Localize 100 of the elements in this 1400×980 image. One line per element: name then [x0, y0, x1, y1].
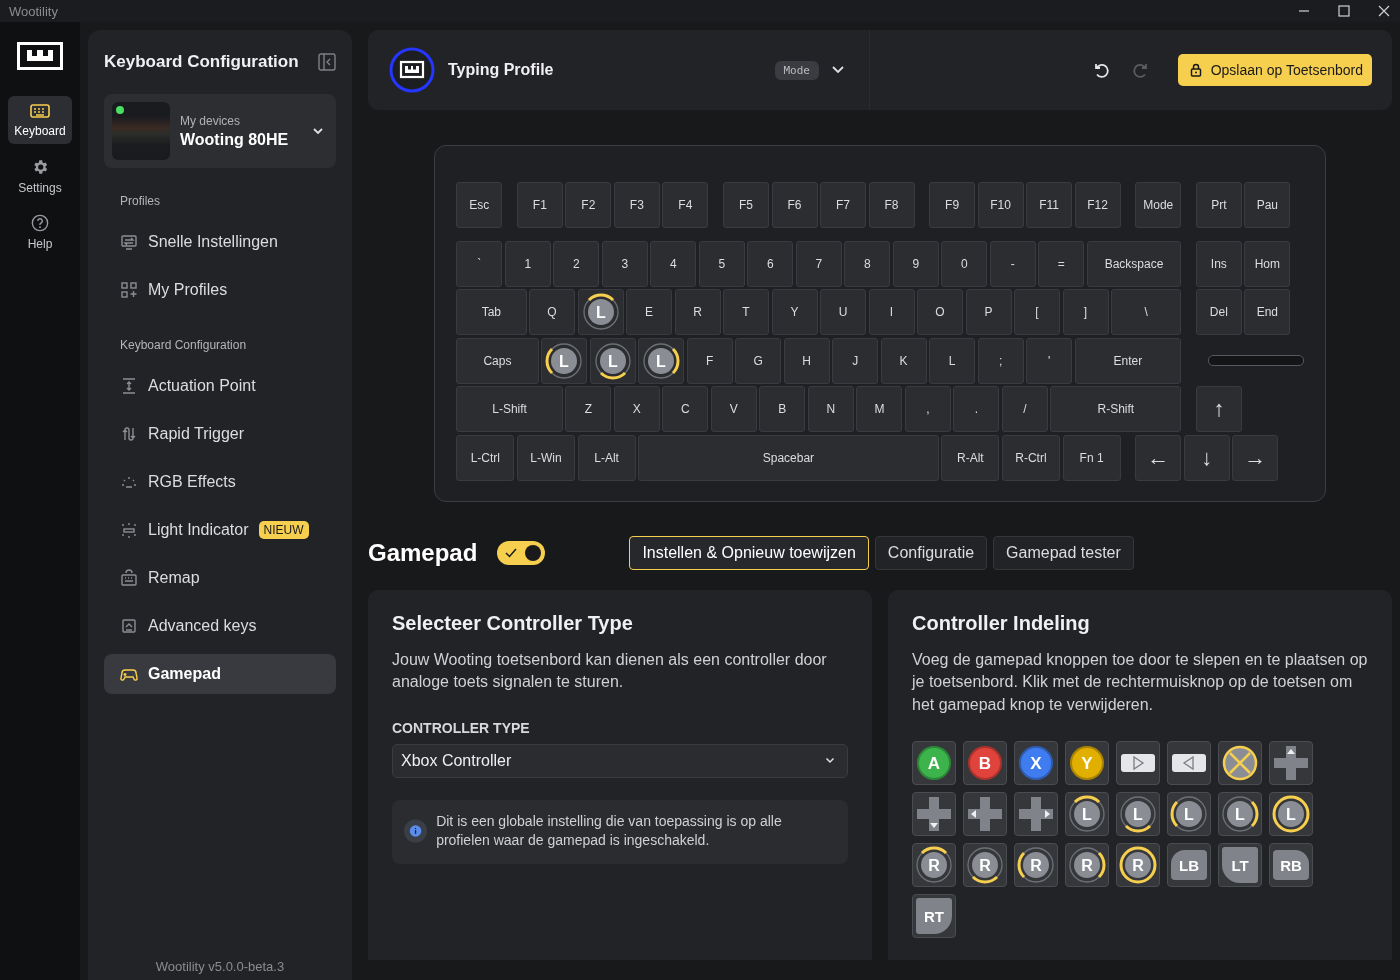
key-cap[interactable]: F1 — [516, 182, 563, 228]
close-icon[interactable] — [1378, 5, 1390, 17]
key-cap[interactable]: . — [953, 386, 1000, 432]
key-cap[interactable]: Esc — [456, 182, 503, 228]
key-cap[interactable]: R-Ctrl — [1001, 434, 1060, 481]
gamepad-face-tile[interactable]: X — [1014, 741, 1058, 785]
key-cap[interactable]: End — [1244, 289, 1291, 335]
key-cap[interactable]: Mode — [1135, 182, 1182, 228]
key-cap[interactable]: H — [783, 337, 830, 384]
key-cap[interactable]: Tab — [456, 289, 527, 335]
gamepad-trigger-tile[interactable]: RT — [912, 894, 956, 938]
sidebar-nav-item[interactable]: RGB Effects — [104, 462, 336, 502]
gamepad-menu-tile[interactable] — [1116, 741, 1160, 785]
key-cap[interactable]: 0 — [941, 240, 988, 287]
gamepad-dpad-tile[interactable] — [963, 792, 1007, 836]
key-cap[interactable]: X — [613, 386, 660, 432]
key-cap[interactable]: F12 — [1074, 182, 1121, 228]
save-to-keyboard-button[interactable]: Opslaan op Toetsenbord — [1177, 54, 1372, 86]
key-cap[interactable]: R-Shift — [1050, 386, 1182, 432]
key-cap[interactable]: Y — [771, 289, 818, 335]
key-cap[interactable]: 5 — [698, 240, 745, 287]
key-cap[interactable]: - — [989, 240, 1036, 287]
key-cap[interactable]: N — [807, 386, 854, 432]
key-cap[interactable]: 4 — [650, 240, 697, 287]
key-cap[interactable]: T — [723, 289, 769, 335]
sidebar-nav-item[interactable]: Light Indicator NIEUW — [104, 510, 336, 550]
gamepad-trigger-tile[interactable]: LT — [1218, 843, 1262, 887]
gamepad-guide-tile[interactable] — [1218, 741, 1262, 785]
key-cap[interactable]: G — [735, 337, 782, 384]
key-cap[interactable]: K — [880, 337, 927, 384]
key-cap[interactable]: I — [868, 289, 915, 335]
key-cap[interactable]: Q — [529, 289, 575, 335]
device-selector[interactable]: My devices Wooting 80HE — [104, 94, 336, 168]
key-cap[interactable]: L-Win — [516, 434, 575, 481]
key-cap[interactable]: Fn 1 — [1062, 434, 1121, 481]
arrow-key[interactable]: ↑ — [1195, 386, 1242, 432]
key-cap[interactable]: Z — [565, 386, 612, 432]
key-cap[interactable]: M — [856, 386, 903, 432]
key-cap[interactable]: F — [686, 337, 733, 384]
key-cap[interactable]: J — [832, 337, 879, 384]
key-cap[interactable]: L-Shift — [456, 386, 563, 432]
gamepad-face-tile[interactable]: B — [963, 741, 1007, 785]
key-cap[interactable]: L-Alt — [577, 434, 636, 481]
collapse-sidebar-icon[interactable] — [318, 53, 336, 71]
key-cap[interactable]: / — [1001, 386, 1048, 432]
tab[interactable]: Instellen & Opnieuw toewijzen — [629, 535, 869, 570]
key-cap[interactable]: 2 — [553, 240, 600, 287]
key-cap[interactable]: F3 — [613, 182, 660, 228]
key-cap[interactable]: 8 — [844, 240, 891, 287]
key-cap[interactable]: ' — [1026, 337, 1073, 384]
key-cap[interactable]: 1 — [504, 240, 551, 287]
gamepad-menu-tile[interactable] — [1167, 741, 1211, 785]
key-cap[interactable]: F9 — [929, 182, 976, 228]
tab[interactable]: Configuratie — [874, 535, 988, 570]
key-cap[interactable]: F10 — [977, 182, 1024, 228]
key-cap[interactable]: F5 — [723, 182, 769, 228]
key-cap[interactable]: [ — [1014, 289, 1060, 335]
key-cap[interactable]: C — [662, 386, 709, 432]
key-cap[interactable]: P — [965, 289, 1012, 335]
key-cap[interactable]: Backspace — [1086, 240, 1182, 287]
arrow-key[interactable]: → — [1232, 434, 1279, 481]
key-cap[interactable]: 3 — [601, 240, 648, 287]
key-cap[interactable]: Enter — [1074, 337, 1182, 384]
gamepad-bumper-tile[interactable]: RB — [1269, 843, 1313, 887]
arrow-key[interactable]: ↓ — [1183, 434, 1230, 481]
tab[interactable]: Gamepad tester — [993, 535, 1134, 570]
key-cap[interactable]: B — [759, 386, 806, 432]
gamepad-dpad-tile[interactable] — [1014, 792, 1058, 836]
sidebar-nav-item[interactable]: My Profiles — [104, 270, 336, 310]
key-cap[interactable]: = — [1038, 240, 1085, 287]
chevron-down-icon[interactable] — [831, 65, 845, 75]
key-cap[interactable]: R — [674, 289, 721, 335]
sidebar-nav-item[interactable]: Actuation Point — [104, 366, 336, 406]
controller-type-dropdown[interactable]: Xbox Controller — [392, 743, 848, 778]
key-cap[interactable]: F8 — [868, 182, 915, 228]
key-cap[interactable]: F2 — [565, 182, 612, 228]
key-cap[interactable]: ` — [456, 240, 503, 287]
key-cap[interactable]: Hom — [1244, 240, 1291, 287]
key-cap[interactable]: Ins — [1195, 240, 1242, 287]
key-cap[interactable]: Pau — [1244, 182, 1291, 228]
maximize-icon[interactable] — [1338, 5, 1350, 17]
sidebar-nav-item[interactable]: Snelle Instellingen — [104, 222, 336, 262]
key-cap[interactable]: , — [904, 386, 951, 432]
key-cap[interactable]: R-Alt — [941, 434, 1000, 481]
key-cap[interactable]: Prt — [1195, 182, 1242, 228]
rail-nav-item[interactable]: Settings — [8, 152, 72, 200]
key-cap[interactable]: \ — [1111, 289, 1182, 335]
key-cap[interactable]: 9 — [892, 240, 939, 287]
key-cap[interactable]: V — [710, 386, 757, 432]
key-cap[interactable]: L — [929, 337, 976, 384]
key-cap[interactable]: 6 — [747, 240, 794, 287]
key-cap[interactable]: Spacebar — [638, 434, 939, 481]
sidebar-nav-item[interactable]: Advanced keys — [104, 606, 336, 646]
sidebar-nav-item[interactable]: Rapid Trigger — [104, 414, 336, 454]
rail-nav-item[interactable]: Keyboard — [8, 96, 72, 144]
key-cap[interactable]: ; — [977, 337, 1024, 384]
sidebar-nav-item[interactable]: Remap — [104, 558, 336, 598]
gamepad-dpad-tile[interactable] — [912, 792, 956, 836]
key-cap[interactable]: O — [917, 289, 963, 335]
gamepad-bumper-tile[interactable]: LB — [1167, 843, 1211, 887]
